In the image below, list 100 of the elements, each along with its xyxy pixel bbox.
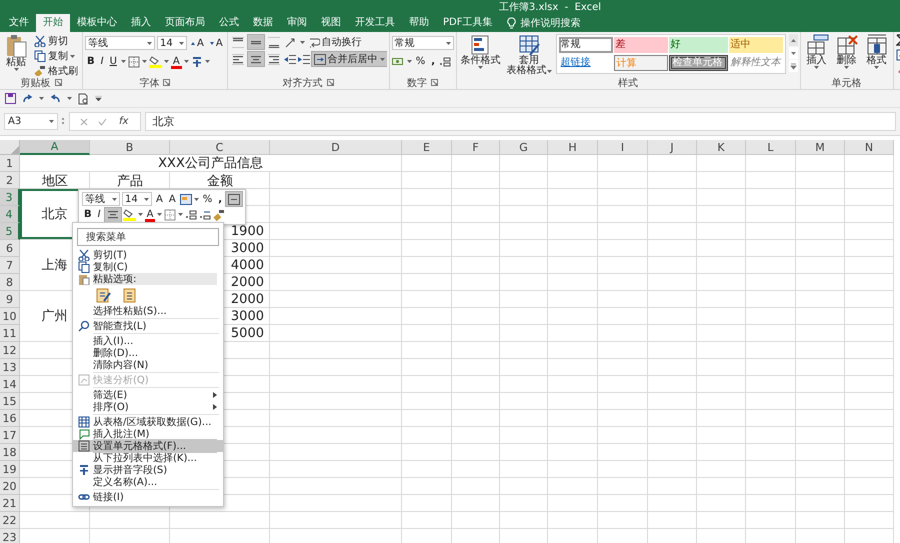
font-name-dropdown[interactable]: 等线 [85,36,155,50]
dialog-launcher-icon[interactable] [326,79,334,86]
comma-style-button[interactable]: , [216,192,224,206]
menu-search-field[interactable]: 搜索菜单 [77,228,219,246]
undo-icon[interactable] [50,94,61,104]
increase-decimal-icon[interactable] [439,56,452,66]
cell-styles-icon[interactable] [180,194,192,204]
format-as-table-button[interactable]: 套用 表格格式 [504,34,554,76]
menu-item[interactable]: 设置单元格格式(F)... [73,440,223,452]
ribbon-tab[interactable]: PDF工具集 [436,14,500,32]
grow-font-button[interactable]: A [189,36,206,50]
tell-me-search[interactable]: 操作说明搜索 [507,14,580,32]
cell-style-option[interactable]: 适中 [728,37,783,53]
column-header[interactable]: G [500,140,548,155]
cells-button[interactable]: 格式 [862,34,891,69]
brush-icon[interactable] [213,208,226,220]
cells-button[interactable]: 删除 [832,34,861,69]
currency-icon[interactable] [392,56,405,66]
dialog-launcher-icon[interactable] [431,79,438,86]
column-header[interactable]: D [270,140,402,155]
column-header[interactable]: J [648,140,697,155]
menu-item[interactable]: 删除(D)... [73,347,223,359]
decrease-indent-icon[interactable] [284,54,296,64]
dialog-launcher-icon[interactable] [163,79,170,86]
italic-button[interactable]: I [96,208,103,222]
cell-style-option[interactable]: 好 [668,37,728,53]
horizontal-align-button[interactable] [266,52,282,66]
cell-style-option[interactable]: 差 [614,37,668,53]
column-header[interactable]: I [598,140,648,155]
fill-color-icon[interactable] [122,208,136,221]
paste-button[interactable]: 粘贴 [2,34,30,71]
font-size-dropdown[interactable]: 14 [157,36,187,50]
comma-style-button[interactable]: , [429,54,438,68]
font-name-dropdown[interactable]: 等线 [82,192,120,206]
row-header[interactable]: 21 [0,495,20,512]
row-header[interactable]: 10 [0,308,20,325]
redo-icon[interactable] [22,94,33,104]
grow-font-button[interactable]: A [154,192,165,206]
row-header[interactable]: 1 [0,155,20,172]
row-header[interactable]: 5 [0,223,20,240]
ribbon-tab[interactable]: 公式 [212,14,246,32]
font-style-button[interactable]: U [108,54,119,68]
horizontal-align-button[interactable] [230,52,246,66]
cell-style-option[interactable]: 超链接 [558,55,613,71]
menu-item[interactable]: 排序(O) [73,401,223,413]
phonetic-icon[interactable] [190,56,203,68]
column-header[interactable]: F [452,140,500,155]
scroll-up-icon[interactable] [788,34,798,46]
conditional-format-button[interactable]: 条件格式 [458,34,503,69]
scroll-down-icon[interactable] [788,47,798,59]
menu-item[interactable]: 清除内容(N) [73,359,223,371]
menu-item[interactable]: 链接(I) [73,491,223,503]
shrink-font-button[interactable]: A [166,192,178,206]
row-header[interactable]: 19 [0,461,20,478]
cell-style-option[interactable]: 常规 [558,37,613,53]
ribbon-tab[interactable]: 文件 [2,14,36,32]
ribbon-tab[interactable]: 页面布局 [158,14,212,32]
row-header[interactable]: 17 [0,427,20,444]
print-preview-icon[interactable] [78,92,89,104]
font-color-button[interactable]: A [170,54,182,69]
ribbon-tab[interactable]: 开发工具 [348,14,402,32]
row-header[interactable]: 6 [0,240,20,257]
percent-button[interactable]: % [200,192,214,206]
more-styles-icon[interactable] [788,60,798,72]
save-icon[interactable] [5,93,16,104]
menu-item[interactable]: 定义名称(A)... [73,476,223,488]
font-style-button[interactable]: I [98,54,106,68]
row-header[interactable]: 8 [0,274,20,291]
menu-item[interactable]: 筛选(E) [73,389,223,401]
copy-button[interactable]: 复制 [32,49,80,63]
row-header[interactable]: 4 [0,206,20,223]
menu-item[interactable]: 从下拉列表中选择(K)... [73,452,223,464]
vertical-align-button[interactable] [230,35,246,49]
row-header[interactable]: 20 [0,478,20,495]
wrap-text-button[interactable]: 自动换行 [306,35,364,49]
ribbon-tab[interactable]: 插入 [124,14,158,32]
borders-icon[interactable] [128,56,140,68]
format-painter-button[interactable]: 格式刷 [32,64,80,76]
row-header[interactable]: 22 [0,512,20,529]
cell-style-option[interactable]: 解释性文本 [728,55,783,71]
row-header[interactable]: 18 [0,444,20,461]
percent-button[interactable]: % [414,54,428,68]
row-header[interactable]: 14 [0,376,20,393]
column-header[interactable]: L [746,140,796,155]
cells-button[interactable]: 插入 [802,34,831,69]
row-header[interactable]: 23 [0,529,20,543]
increase-indent-icon[interactable] [298,54,310,64]
row-header[interactable]: 11 [0,325,20,342]
ribbon-tab[interactable]: 模板中心 [70,14,124,32]
number-format-dropdown[interactable]: 常规 [392,36,454,50]
ribbon-tab[interactable]: 帮助 [402,14,436,32]
dialog-launcher-icon[interactable] [54,79,62,86]
merge-center-button[interactable] [226,192,242,206]
row-header[interactable]: 16 [0,410,20,427]
column-header[interactable]: K [697,140,746,155]
row-header[interactable]: 2 [0,172,20,189]
decrease-decimal-icon[interactable] [199,209,212,220]
menu-item[interactable]: 插入批注(M) [73,428,223,440]
ribbon-tab[interactable]: 视图 [314,14,348,32]
column-header[interactable]: M [796,140,845,155]
